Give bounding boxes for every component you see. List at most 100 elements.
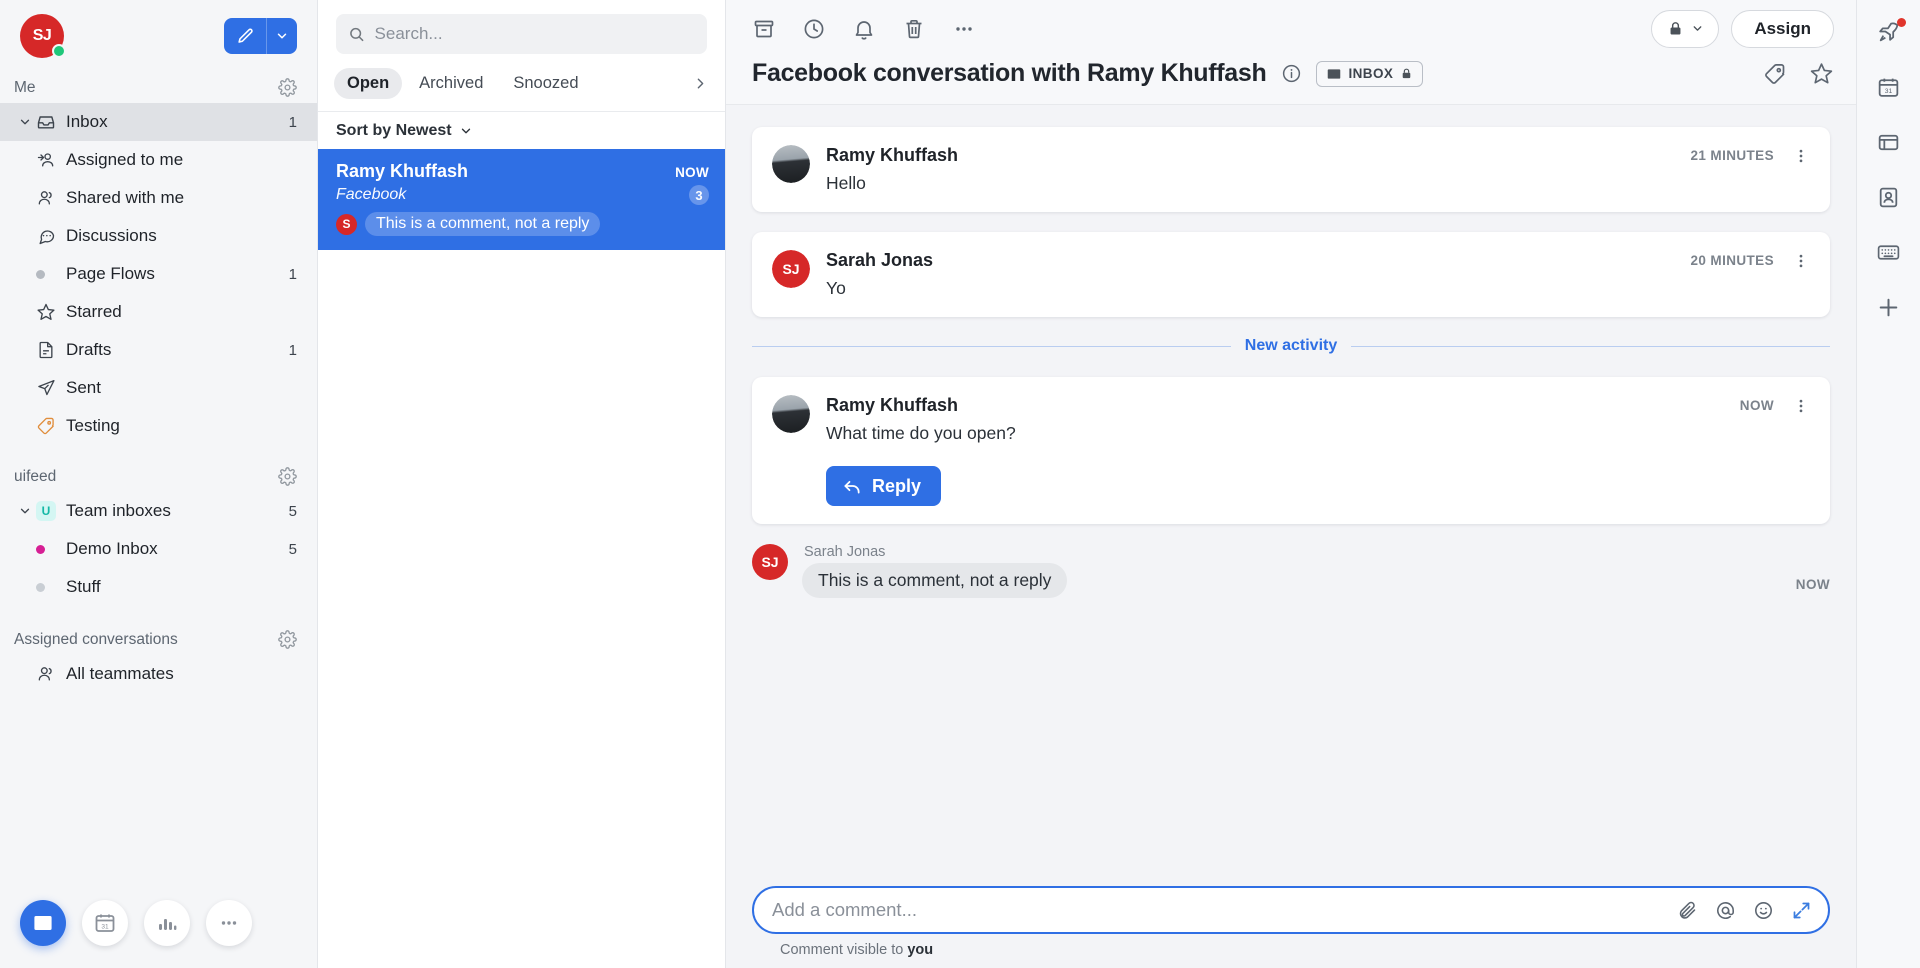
expand-icon[interactable] bbox=[1791, 900, 1812, 921]
dock-reports-app[interactable] bbox=[144, 900, 190, 946]
lock-icon bbox=[1402, 68, 1411, 79]
conversation-preview-row: S This is a comment, not a reply bbox=[336, 212, 709, 236]
more-ellipsis-icon[interactable] bbox=[952, 17, 976, 41]
chevron-down-icon bbox=[277, 33, 287, 39]
search-box[interactable] bbox=[336, 14, 707, 54]
attachment-icon[interactable] bbox=[1677, 900, 1698, 921]
tabs-next-button[interactable] bbox=[692, 75, 711, 92]
message-body: Sarah Jonas 20 MINUTES Yo bbox=[826, 250, 1810, 299]
chevron-down-icon bbox=[1693, 26, 1702, 31]
new-activity-label: New activity bbox=[1244, 337, 1338, 354]
sidebar-section-title: Me bbox=[14, 78, 36, 96]
inbox-chip-label: INBOX bbox=[1348, 66, 1394, 81]
chevron-down-icon[interactable] bbox=[14, 504, 36, 518]
message-author: Ramy Khuffash bbox=[826, 395, 959, 415]
inbox-chip[interactable]: INBOX bbox=[1315, 60, 1424, 87]
new-activity-divider: New activity bbox=[752, 337, 1831, 355]
chevron-right-icon bbox=[697, 78, 704, 89]
rocket-icon[interactable] bbox=[1876, 18, 1906, 45]
visibility-lock-button[interactable] bbox=[1651, 9, 1720, 48]
sidebar-item-label: Page Flows bbox=[66, 264, 155, 283]
message-menu-icon[interactable] bbox=[1792, 252, 1810, 270]
sidebar-item-assigned-to-me[interactable]: Assigned to me bbox=[0, 141, 317, 179]
sidebar-item-all-teammates[interactable]: All teammates bbox=[0, 655, 317, 693]
dock-more-apps[interactable] bbox=[206, 900, 252, 946]
info-icon[interactable] bbox=[1281, 63, 1302, 84]
assign-button[interactable]: Assign bbox=[1731, 9, 1834, 48]
gear-icon[interactable] bbox=[278, 630, 297, 649]
sidebar-section-title: uifeed bbox=[14, 467, 57, 485]
contact-icon[interactable] bbox=[1876, 185, 1901, 210]
presence-indicator bbox=[52, 44, 66, 58]
sidebar-item-team-inboxes[interactable]: U Team inboxes 5 bbox=[0, 492, 317, 530]
compose-options-button[interactable] bbox=[266, 18, 297, 54]
comment-composer[interactable] bbox=[752, 886, 1830, 934]
composer-icons bbox=[1677, 900, 1812, 921]
chevron-down-icon bbox=[461, 128, 470, 134]
conversation-source-row: Facebook 3 bbox=[336, 185, 709, 205]
calendar-icon: 31 bbox=[95, 914, 115, 932]
reply-button[interactable]: Reply bbox=[826, 466, 942, 506]
add-plus-icon[interactable] bbox=[1876, 295, 1901, 320]
sidebar-item-discussions[interactable]: Discussions bbox=[0, 217, 317, 255]
user-avatar[interactable]: SJ bbox=[20, 14, 66, 58]
dot-pink-icon bbox=[36, 544, 66, 554]
chevron-down-icon[interactable] bbox=[14, 115, 36, 129]
dock-inbox-app[interactable] bbox=[20, 900, 66, 946]
sidebar-dock: 31 bbox=[0, 900, 317, 968]
sidebar-section-title: Assigned conversations bbox=[14, 630, 178, 648]
conversation-top-row: Ramy Khuffash NOW bbox=[336, 161, 709, 182]
mention-icon[interactable] bbox=[1715, 900, 1736, 921]
keyboard-icon[interactable] bbox=[1876, 240, 1901, 265]
conversation-toolbar: Assign bbox=[726, 0, 1856, 57]
archive-icon[interactable] bbox=[752, 17, 776, 41]
avatar: SJ bbox=[772, 250, 810, 288]
reminder-bell-icon[interactable] bbox=[852, 17, 876, 41]
sidebar-item-shared-with-me[interactable]: Shared with me bbox=[0, 179, 317, 217]
conversation-time: NOW bbox=[675, 165, 709, 180]
conversation-list-item[interactable]: Ramy Khuffash NOW Facebook 3 S This is a… bbox=[318, 149, 725, 250]
sidebar-item-starred[interactable]: Starred bbox=[0, 293, 317, 331]
right-rail: 31 bbox=[1856, 0, 1920, 968]
calendar-icon[interactable]: 31 bbox=[1876, 75, 1901, 100]
conversation-list-panel: Open Archived Snoozed Sort by Newest Ram… bbox=[318, 0, 726, 968]
sidebar-item-label: Stuff bbox=[66, 577, 101, 596]
sent-icon bbox=[36, 378, 66, 398]
composer-visibility-note: Comment visible to you bbox=[752, 934, 1830, 958]
cards-icon[interactable] bbox=[1876, 130, 1901, 155]
message-header: Ramy Khuffash 21 MINUTES bbox=[826, 145, 1810, 166]
gear-icon[interactable] bbox=[278, 78, 297, 97]
sidebar-item-drafts[interactable]: Drafts 1 bbox=[0, 331, 317, 369]
tab-snoozed[interactable]: Snoozed bbox=[500, 68, 591, 99]
snooze-clock-icon[interactable] bbox=[802, 17, 826, 41]
tab-archived[interactable]: Archived bbox=[406, 68, 496, 99]
comment-input[interactable] bbox=[772, 899, 1663, 921]
shared-icon bbox=[36, 188, 66, 208]
comment-author: Sarah Jonas bbox=[804, 544, 886, 560]
assigned-icon bbox=[36, 150, 66, 170]
sidebar-item-count: 5 bbox=[288, 502, 297, 520]
delete-trash-icon[interactable] bbox=[902, 17, 926, 41]
sidebar-section-assigned-header: Assigned conversations bbox=[0, 606, 317, 655]
tab-open[interactable]: Open bbox=[334, 68, 403, 99]
sidebar-item-stuff[interactable]: Stuff bbox=[0, 568, 317, 606]
sidebar-item-sent[interactable]: Sent bbox=[0, 369, 317, 407]
gear-icon[interactable] bbox=[278, 467, 297, 486]
message-menu-icon[interactable] bbox=[1792, 397, 1810, 415]
compose-button[interactable] bbox=[224, 18, 266, 54]
sidebar-item-demo-inbox[interactable]: Demo Inbox 5 bbox=[0, 530, 317, 568]
sidebar-item-page-flows[interactable]: Page Flows 1 bbox=[0, 255, 317, 293]
message-author: Sarah Jonas bbox=[826, 250, 934, 270]
sidebar-item-testing[interactable]: Testing bbox=[0, 407, 317, 445]
avatar-photo bbox=[772, 395, 810, 433]
avatar-initials: SJ bbox=[752, 544, 788, 580]
sidebar-item-inbox[interactable]: Inbox 1 bbox=[0, 103, 317, 141]
search-input[interactable] bbox=[374, 24, 695, 44]
sort-selector[interactable]: Sort by Newest bbox=[318, 112, 725, 149]
teammates-icon bbox=[36, 664, 66, 684]
emoji-icon[interactable] bbox=[1753, 900, 1774, 921]
star-icon[interactable] bbox=[1809, 61, 1834, 86]
tag-icon[interactable] bbox=[1763, 62, 1787, 86]
dock-calendar-app[interactable]: 31 bbox=[82, 900, 128, 946]
message-menu-icon[interactable] bbox=[1792, 147, 1810, 165]
